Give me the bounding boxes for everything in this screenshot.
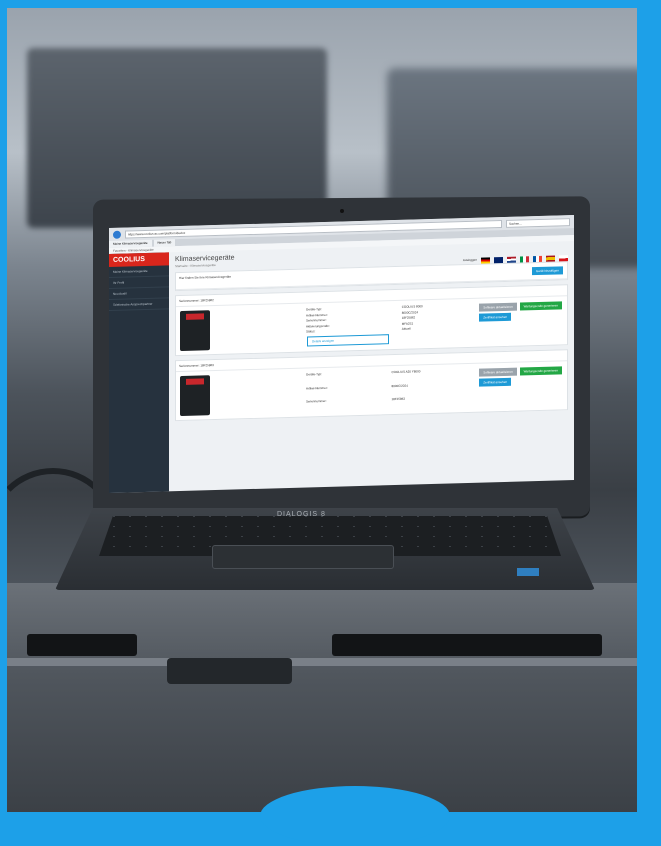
maintenance-code-button[interactable]: Wartungscode generieren xyxy=(519,366,562,376)
flag-icon[interactable] xyxy=(559,255,568,262)
case-slot xyxy=(332,634,602,656)
tab-new[interactable]: Neuer Tab xyxy=(153,239,176,247)
device-details: Geräte-Typ: COOLIUS 8000 Artikel-Nummer: 8… xyxy=(216,303,472,350)
sidebar: COOLIUS Meine Klimaservicegeräte Ihr Pro… xyxy=(109,252,169,494)
value: 18F25863 xyxy=(391,397,405,402)
laptop-screen: https://www.coolius-ac.com/platform/devi… xyxy=(109,215,574,494)
photo-background: https://www.coolius-ac.com/platform/devi… xyxy=(7,8,637,812)
label: Artikel-Nummer: xyxy=(306,385,328,391)
laptop-sticker xyxy=(517,568,539,576)
flag-icon[interactable] xyxy=(520,256,529,263)
value: COOLIUS A30 Y8000 xyxy=(391,369,421,375)
certificate-button[interactable]: Zertifikat ansehen xyxy=(479,312,512,322)
device-actions: Software aktualisieren Wartungscode gene… xyxy=(478,300,563,342)
certificate-button[interactable]: Zertifikat ansehen xyxy=(479,377,512,387)
bottom-arc xyxy=(260,786,450,846)
app-shell: COOLIUS Meine Klimaservicegeräte Ihr Pro… xyxy=(109,241,574,494)
update-button[interactable]: Software aktualisieren xyxy=(479,367,517,377)
add-device-button[interactable]: Gerät hinzufügen xyxy=(531,266,563,276)
device-image xyxy=(180,375,210,417)
device-card: Seriennummer: 18F25863 Geräte-Typ: COOLIU… xyxy=(175,349,568,422)
flag-icon[interactable] xyxy=(533,255,542,263)
main-content: Klimaservicegeräte Startseite › Klimaser… xyxy=(169,241,574,492)
tool-case xyxy=(7,583,637,812)
device-actions: Software aktualisieren Wartungscode gene… xyxy=(478,365,563,407)
case-ridge xyxy=(7,658,637,666)
flag-icon[interactable] xyxy=(546,255,555,262)
trackpad xyxy=(212,545,394,569)
details-button[interactable]: Details anzeigen xyxy=(307,333,389,347)
browser-search[interactable]: Suchen... xyxy=(506,217,570,228)
case-handle xyxy=(167,658,292,684)
device-card: Seriennummer: 18F25862 Geräte-Typ: COOLIU… xyxy=(175,284,568,357)
device-image xyxy=(180,310,210,352)
flag-icon[interactable] xyxy=(494,256,503,264)
update-button[interactable]: Software aktualisieren xyxy=(479,302,517,312)
logout-link[interactable]: Ausloggen xyxy=(463,258,477,264)
label: Geräte-Typ: xyxy=(306,372,322,377)
device-details: Geräte-Typ: COOLIUS A30 Y8000 Artikel-Num… xyxy=(216,368,472,415)
maintenance-code-button[interactable]: Wartungscode generieren xyxy=(519,301,562,311)
case-slot xyxy=(27,634,137,656)
flag-icon[interactable] xyxy=(507,256,516,263)
back-icon[interactable] xyxy=(113,230,121,239)
label: Status: xyxy=(306,329,316,334)
value: 8000C/2024 xyxy=(391,383,408,388)
label: Seriennummer: xyxy=(306,399,327,404)
keyboard-brand: DIALOGIS 8 xyxy=(277,511,326,518)
webcam xyxy=(340,209,344,213)
search-text: Hier finden Sie Ihre Klimaservicegeräte xyxy=(179,274,232,281)
flag-icon[interactable] xyxy=(481,257,490,264)
status-value: Aktuell xyxy=(401,326,411,331)
sidebar-item[interactable]: Telefonische Ansprechpartner xyxy=(109,298,169,311)
